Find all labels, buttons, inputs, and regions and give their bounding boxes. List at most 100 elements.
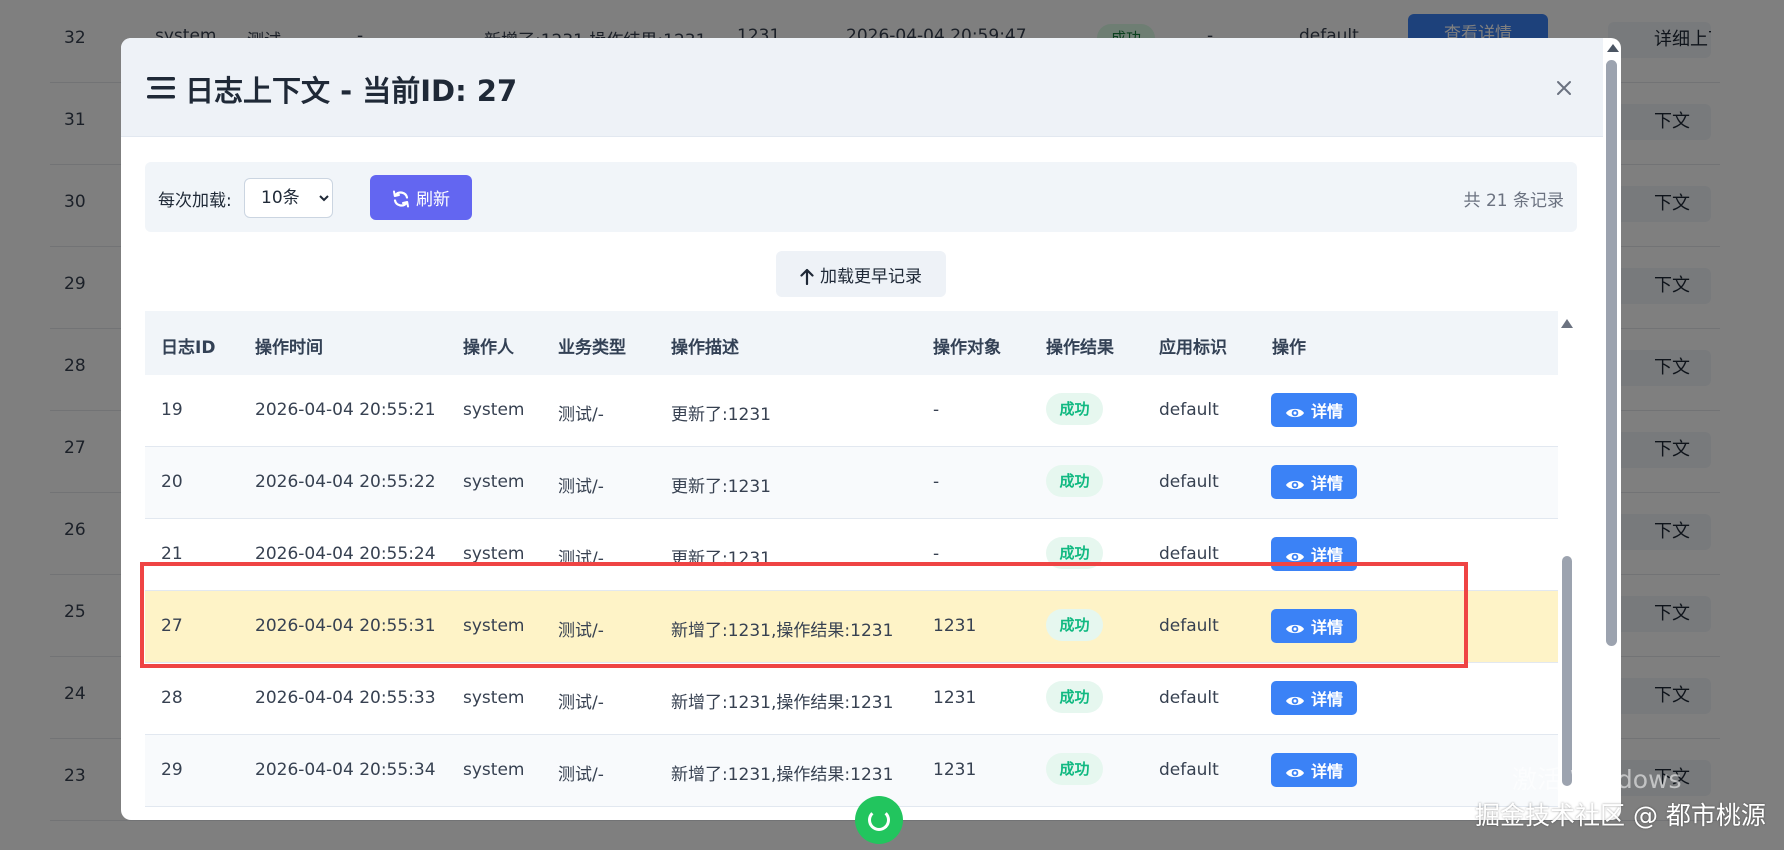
table-row-current: 27 2026-04-04 20:55:31 system 测试/- 新增了:1231,… — [145, 591, 1558, 663]
modal-title: 日志上下文 - 当前ID: 27 — [185, 74, 518, 108]
loading-spinner — [855, 796, 903, 844]
cell-time: 2026-04-04 20:55:21 — [255, 400, 436, 420]
detail-button[interactable]: 详情 — [1271, 393, 1357, 427]
detail-button-label: 详情 — [1310, 402, 1343, 421]
cell-app: default — [1159, 472, 1219, 492]
cell-time: 2026-04-04 20:55:31 — [255, 616, 436, 636]
cell-operator: system — [463, 472, 525, 492]
cell-log-id: 21 — [161, 544, 183, 564]
cell-biz-type: 测试/- — [558, 621, 604, 641]
cell-biz-type: 测试/- — [558, 405, 604, 425]
menu-lines-icon — [147, 77, 175, 99]
detail-button-label: 详情 — [1310, 546, 1343, 565]
table-row: 19 2026-04-04 20:55:21 system 测试/- 更新了:1231 -… — [145, 375, 1558, 447]
modal-scrollbar-thumb[interactable] — [1606, 60, 1617, 646]
close-icon[interactable] — [1554, 78, 1574, 98]
modal-header: 日志上下文 - 当前ID: 27 — [121, 38, 1603, 137]
table-row: 20 2026-04-04 20:55:22 system 测试/- 更新了:1231 -… — [145, 447, 1558, 519]
cell-operator: system — [463, 616, 525, 636]
eye-icon — [1285, 408, 1304, 418]
status-badge: 成功 — [1046, 393, 1103, 425]
detail-button[interactable]: 详情 — [1271, 537, 1357, 571]
load-earlier-button[interactable]: 加载更早记录 — [776, 251, 946, 297]
cell-log-id: 20 — [161, 472, 183, 492]
table-header: 日志ID 操作时间 操作人 业务类型 操作描述 操作对象 操作结果 应用标识 操… — [145, 311, 1558, 376]
detail-button-label: 详情 — [1310, 618, 1343, 637]
cell-biz-type: 测试/- — [558, 477, 604, 497]
cell-log-id: 27 — [161, 616, 183, 636]
cell-target: 1231 — [933, 760, 977, 780]
cell-target: 1231 — [933, 616, 977, 636]
detail-button[interactable]: 详情 — [1271, 681, 1357, 715]
cell-time: 2026-04-04 20:55:24 — [255, 544, 436, 564]
status-badge: 成功 — [1046, 537, 1103, 569]
column-header-log-id: 日志ID — [161, 338, 216, 358]
detail-button[interactable]: 详情 — [1271, 753, 1357, 787]
status-badge: 成功 — [1046, 753, 1103, 785]
cell-target: - — [933, 472, 940, 492]
cell-time: 2026-04-04 20:55:22 — [255, 472, 436, 492]
detail-button[interactable]: 详情 — [1271, 609, 1357, 643]
arrow-up-icon — [800, 268, 814, 285]
cell-app: default — [1159, 544, 1219, 564]
table-scroll-up-arrow[interactable] — [1561, 319, 1573, 328]
toolbar: 每次加载: 10条 刷新 共 21 条记录 — [145, 162, 1577, 232]
site-watermark: 掘金技术社区 @ 都市桃源 — [1475, 801, 1766, 830]
cell-description: 更新了:1231 — [671, 477, 771, 497]
cell-app: default — [1159, 400, 1219, 420]
column-header-operator: 操作人 — [463, 338, 514, 358]
column-header-time: 操作时间 — [255, 338, 323, 358]
cell-biz-type: 测试/- — [558, 693, 604, 713]
cell-operator: system — [463, 400, 525, 420]
windows-activation-watermark: 激活 Windows — [1512, 765, 1682, 794]
column-header-action: 操作 — [1272, 338, 1306, 358]
cell-log-id: 29 — [161, 760, 183, 780]
cell-biz-type: 测试/- — [558, 549, 604, 569]
cell-operator: system — [463, 544, 525, 564]
cell-time: 2026-04-04 20:55:33 — [255, 688, 436, 708]
log-table: 日志ID 操作时间 操作人 业务类型 操作描述 操作对象 操作结果 应用标识 操… — [145, 311, 1573, 820]
cell-description: 更新了:1231 — [671, 405, 771, 425]
column-header-description: 操作描述 — [671, 338, 739, 358]
cell-operator: system — [463, 688, 525, 708]
cell-time: 2026-04-04 20:55:34 — [255, 760, 436, 780]
table-scrollbar-thumb[interactable] — [1562, 556, 1572, 786]
cell-description: 新增了:1231,操作结果:1231 — [671, 765, 894, 785]
cell-app: default — [1159, 688, 1219, 708]
column-header-target: 操作对象 — [933, 338, 1001, 358]
per-load-label: 每次加载: — [158, 191, 232, 211]
column-header-biz-type: 业务类型 — [558, 338, 626, 358]
eye-icon — [1285, 696, 1304, 706]
log-context-modal: 日志上下文 - 当前ID: 27 每次加载: 10条 刷新 共 21 条记录 加… — [121, 38, 1621, 820]
eye-icon — [1285, 552, 1304, 562]
status-badge: 成功 — [1046, 465, 1103, 497]
cell-log-id: 19 — [161, 400, 183, 420]
table-row: 28 2026-04-04 20:55:33 system 测试/- 新增了:1231,… — [145, 663, 1558, 735]
detail-button-label: 详情 — [1310, 762, 1343, 781]
refresh-icon — [393, 190, 409, 208]
cell-target: 1231 — [933, 688, 977, 708]
modal-scroll-up-arrow[interactable] — [1607, 44, 1619, 52]
cell-operator: system — [463, 760, 525, 780]
refresh-label: 刷新 — [416, 190, 450, 210]
page-size-select[interactable]: 10条 — [244, 178, 333, 218]
cell-app: default — [1159, 616, 1219, 636]
column-header-app: 应用标识 — [1159, 338, 1227, 358]
cell-app: default — [1159, 760, 1219, 780]
cell-biz-type: 测试/- — [558, 765, 604, 785]
cell-target: - — [933, 544, 940, 564]
eye-icon — [1285, 768, 1304, 778]
cell-log-id: 28 — [161, 688, 183, 708]
detail-button-label: 详情 — [1310, 474, 1343, 493]
cell-target: - — [933, 400, 940, 420]
cell-description: 新增了:1231,操作结果:1231 — [671, 621, 894, 641]
refresh-button[interactable]: 刷新 — [370, 175, 472, 220]
eye-icon — [1285, 624, 1304, 634]
status-badge: 成功 — [1046, 681, 1103, 713]
total-record-count: 共 21 条记录 — [1463, 191, 1564, 211]
table-row: 29 2026-04-04 20:55:34 system 测试/- 新增了:1231,… — [145, 735, 1558, 807]
detail-button[interactable]: 详情 — [1271, 465, 1357, 499]
cell-description: 新增了:1231,操作结果:1231 — [671, 693, 894, 713]
cell-description: 更新了:1231 — [671, 549, 771, 569]
detail-button-label: 详情 — [1310, 690, 1343, 709]
